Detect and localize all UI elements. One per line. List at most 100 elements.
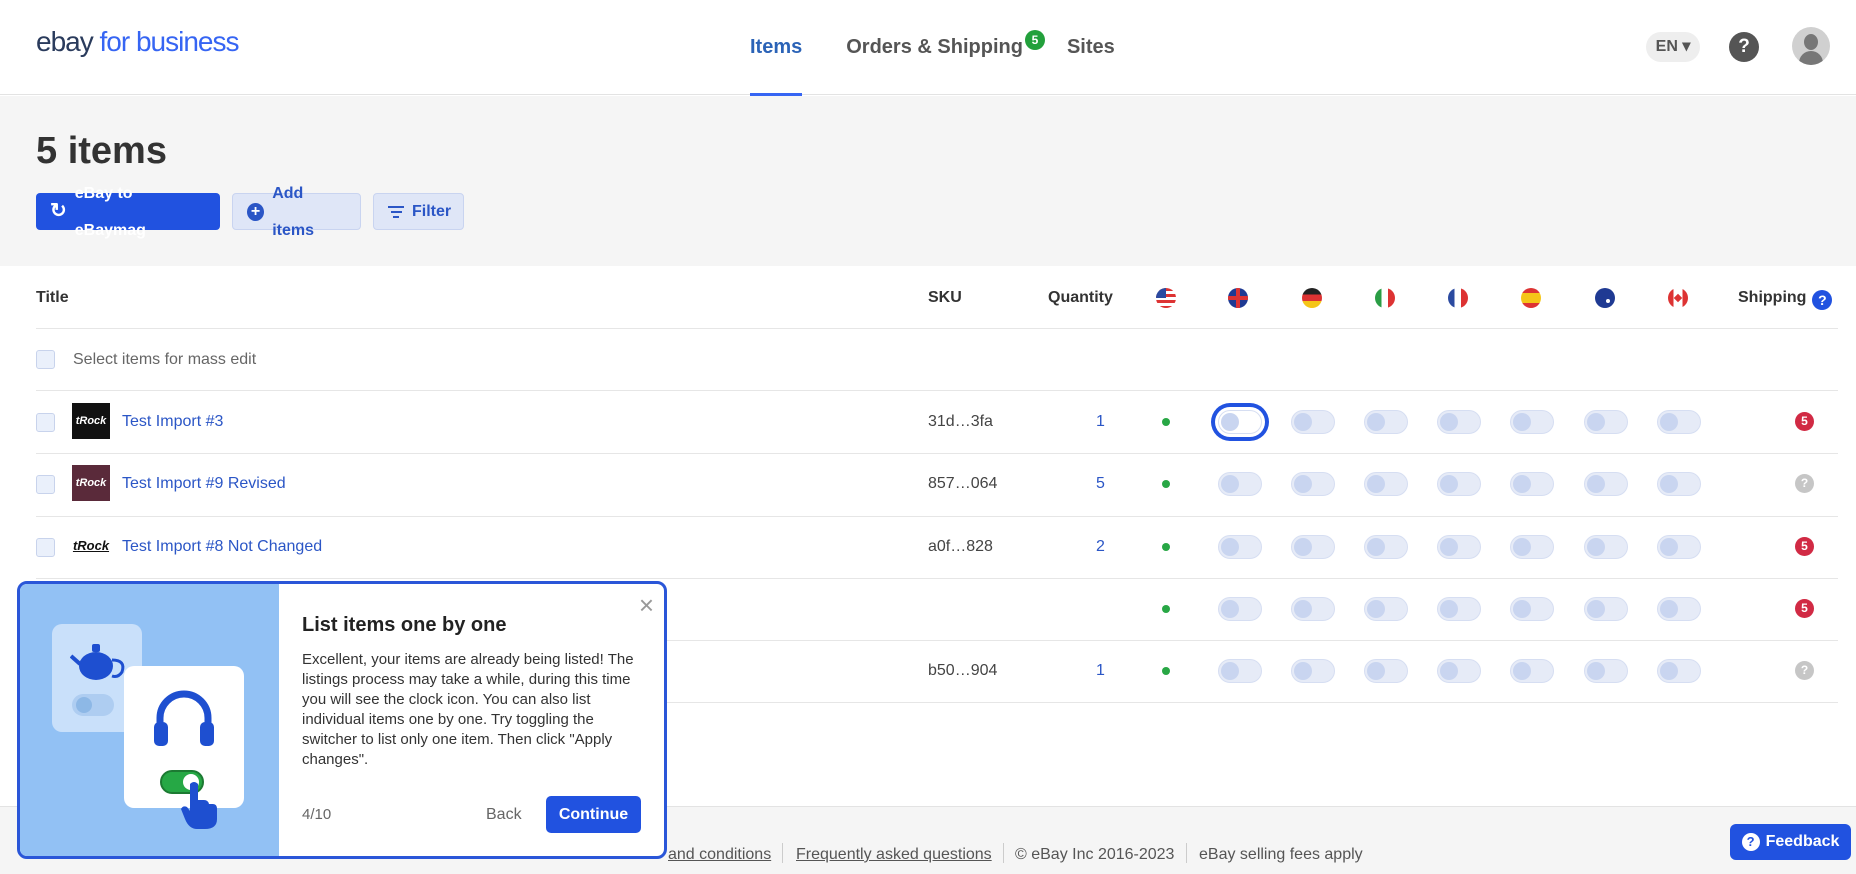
row-checkbox[interactable] — [36, 538, 55, 557]
language-selector[interactable]: EN ▾ — [1646, 32, 1700, 62]
item-thumbnail[interactable]: tRock — [72, 465, 110, 501]
shipping-count-badge[interactable]: 5 — [1795, 599, 1814, 618]
item-title-link[interactable]: Test Import #8 Not Changed — [122, 538, 322, 556]
row-checkbox[interactable] — [36, 475, 55, 494]
fees-text: eBay selling fees apply — [1199, 846, 1363, 863]
site-toggle-au[interactable] — [1584, 535, 1628, 559]
uk-flag-icon[interactable] — [1228, 288, 1248, 308]
filter-button[interactable]: Filter — [373, 193, 464, 230]
user-avatar[interactable] — [1792, 27, 1830, 65]
site-toggle-fr[interactable] — [1437, 597, 1481, 621]
item-quantity[interactable]: 2 — [1096, 538, 1105, 556]
site-toggle-au[interactable] — [1584, 410, 1628, 434]
site-toggle-fr[interactable] — [1437, 535, 1481, 559]
popup-illustration — [20, 584, 279, 856]
site-toggle-de[interactable] — [1291, 535, 1335, 559]
site-toggle-ca[interactable] — [1657, 659, 1701, 683]
site-toggle-it[interactable] — [1364, 472, 1408, 496]
site-toggle-es[interactable] — [1510, 535, 1554, 559]
filter-icon — [388, 203, 404, 221]
popup-step-counter: 4/10 — [302, 806, 332, 823]
column-shipping-label: Shipping — [1738, 289, 1807, 306]
close-icon[interactable]: × — [639, 590, 654, 621]
ebay-to-ebaymag-button[interactable]: ↻ eBay to eBaymag — [36, 185, 220, 239]
item-quantity[interactable]: 1 — [1096, 662, 1105, 680]
site-toggle-uk[interactable] — [1218, 597, 1262, 621]
site-toggle-it[interactable] — [1364, 535, 1408, 559]
site-toggle-it[interactable] — [1364, 597, 1408, 621]
site-toggle-au[interactable] — [1584, 659, 1628, 683]
column-shipping: Shipping? — [1738, 289, 1833, 310]
footer-separator — [1003, 843, 1004, 863]
nav-sites[interactable]: Sites — [1067, 0, 1115, 95]
shipping-unknown-badge[interactable]: ? — [1795, 474, 1814, 493]
orders-count-badge: 5 — [1024, 30, 1045, 50]
au-flag-icon[interactable] — [1595, 288, 1615, 308]
logo-ebay-text: ebay — [36, 26, 94, 57]
ca-flag-icon[interactable] — [1668, 288, 1688, 308]
copyright-text: © eBay Inc 2016-2023 — [1015, 846, 1175, 863]
column-title: Title — [36, 289, 69, 306]
pointer-hand-icon — [181, 782, 217, 829]
site-toggle-es[interactable] — [1510, 472, 1554, 496]
site-toggle-ca[interactable] — [1657, 472, 1701, 496]
es-flag-icon[interactable] — [1521, 288, 1541, 308]
site-toggle-it[interactable] — [1364, 410, 1408, 434]
site-toggle-de[interactable] — [1291, 410, 1335, 434]
row-checkbox[interactable] — [36, 413, 55, 432]
feedback-button[interactable]: ? Feedback — [1730, 824, 1851, 860]
site-toggle-uk[interactable] — [1218, 472, 1262, 496]
plus-icon: + — [247, 202, 265, 221]
site-toggle-uk[interactable] — [1218, 410, 1262, 434]
continue-button[interactable]: Continue — [546, 796, 641, 833]
us-flag-icon[interactable] — [1156, 288, 1176, 308]
site-toggle-ca[interactable] — [1657, 410, 1701, 434]
add-items-button[interactable]: + Add items — [232, 185, 361, 239]
item-thumbnail[interactable]: tRock — [72, 403, 110, 439]
nav-items[interactable]: Items — [750, 0, 803, 96]
item-title-link[interactable]: Test Import #3 — [122, 413, 223, 431]
item-title-link[interactable]: Test Import #9 Revised — [122, 475, 286, 493]
shipping-count-badge[interactable]: 5 — [1795, 537, 1814, 556]
site-toggle-de[interactable] — [1291, 597, 1335, 621]
it-flag-icon[interactable] — [1375, 288, 1395, 308]
site-toggle-uk[interactable] — [1218, 659, 1262, 683]
popup-body-text: Excellent, your items are already being … — [302, 651, 634, 768]
feedback-label: Feedback — [1765, 833, 1840, 850]
site-toggle-de[interactable] — [1291, 659, 1335, 683]
site-toggle-fr[interactable] — [1437, 410, 1481, 434]
nav-orders-shipping[interactable]: Orders & Shipping 5 — [846, 0, 1045, 95]
help-icon[interactable]: ? — [1729, 32, 1759, 62]
site-toggle-it[interactable] — [1364, 659, 1408, 683]
site-toggle-au[interactable] — [1584, 597, 1628, 621]
us-status-dot — [1162, 480, 1170, 488]
item-thumbnail[interactable]: tRock — [72, 528, 110, 564]
terms-link[interactable]: and conditions — [668, 846, 771, 864]
site-toggle-es[interactable] — [1510, 597, 1554, 621]
shipping-unknown-badge[interactable]: ? — [1795, 661, 1814, 680]
ebay-for-business-logo[interactable]: ebay for business — [36, 26, 239, 58]
site-toggle-ca[interactable] — [1657, 597, 1701, 621]
faq-link[interactable]: Frequently asked questions — [796, 846, 992, 864]
site-toggle-es[interactable] — [1510, 659, 1554, 683]
fr-flag-icon[interactable] — [1448, 288, 1468, 308]
shipping-count-badge[interactable]: 5 — [1795, 412, 1814, 431]
refresh-icon: ↻ — [50, 200, 67, 222]
shipping-help-icon[interactable]: ? — [1812, 290, 1833, 310]
nav-orders-shipping-label: Orders & Shipping — [846, 36, 1023, 58]
site-toggle-de[interactable] — [1291, 472, 1335, 496]
onboarding-popup: × List items one by one Excellent, your … — [17, 581, 667, 859]
back-button[interactable]: Back — [486, 806, 522, 824]
site-toggle-es[interactable] — [1510, 410, 1554, 434]
site-toggle-ca[interactable] — [1657, 535, 1701, 559]
de-flag-icon[interactable] — [1302, 288, 1322, 308]
item-quantity[interactable]: 5 — [1096, 475, 1105, 493]
site-toggle-au[interactable] — [1584, 472, 1628, 496]
site-toggle-fr[interactable] — [1437, 472, 1481, 496]
item-quantity[interactable]: 1 — [1096, 413, 1105, 431]
ebay-to-ebaymag-label: eBay to eBaymag — [74, 184, 146, 239]
select-all-checkbox[interactable] — [36, 350, 55, 369]
site-toggle-uk[interactable] — [1218, 535, 1262, 559]
site-toggle-fr[interactable] — [1437, 659, 1481, 683]
us-status-dot — [1162, 667, 1170, 675]
